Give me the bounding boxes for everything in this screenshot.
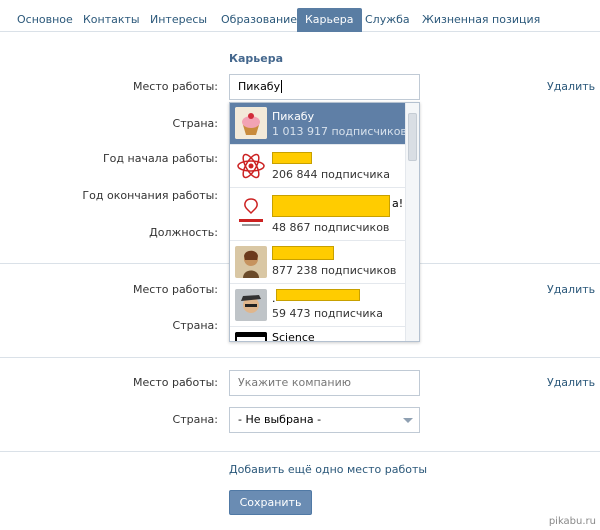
country-select-value: - Не выбрана - (238, 413, 322, 426)
workplace-value: Пикабу (238, 80, 281, 93)
logo-icon (235, 193, 267, 233)
workplace-label: Место работы: (133, 80, 218, 93)
tab-contacts[interactable]: Контакты (83, 8, 140, 32)
delete-link[interactable]: Удалить (547, 283, 595, 296)
suggestion-name: Пикабу (272, 110, 315, 123)
divider (0, 451, 600, 452)
chevron-down-icon (403, 418, 413, 423)
country-label: Страна: (172, 413, 218, 426)
suggestion-name: а! (392, 197, 404, 210)
scrollbar[interactable] (405, 103, 419, 341)
portrait-icon (235, 246, 267, 278)
redacted-name (276, 289, 360, 301)
delete-link[interactable]: Удалить (547, 376, 595, 389)
delete-link[interactable]: Удалить (547, 80, 595, 93)
workplace-input[interactable]: Укажите компанию (229, 370, 420, 396)
country-label: Страна: (172, 117, 218, 130)
suggestion-name: . (272, 292, 276, 305)
suggestion-item[interactable]: 877 238 подписчиков (230, 242, 406, 284)
tab-education[interactable]: Образование (221, 8, 297, 32)
suggestion-subscribers: 877 238 подписчиков (272, 264, 397, 277)
text-cursor (281, 80, 283, 93)
suggestion-item[interactable]: . 59 473 подписчика (230, 285, 406, 327)
tab-interests[interactable]: Интересы (150, 8, 207, 32)
watermark: pikabu.ru (548, 516, 596, 527)
cupcake-icon (235, 107, 267, 139)
suggestion-item[interactable]: Science (230, 328, 406, 342)
position-label: Должность: (149, 226, 218, 239)
tab-main[interactable]: Основное (17, 8, 73, 32)
suggestions-dropdown: Пикабу 1 013 917 подписчиков 206 844 под… (229, 102, 420, 342)
country-select[interactable]: - Не выбрана - (229, 407, 420, 433)
tab-service[interactable]: Служба (365, 8, 410, 32)
scrollbar-thumb[interactable] (408, 113, 417, 161)
avatar (235, 289, 267, 321)
divider (0, 357, 600, 358)
suggestion-subscribers: 206 844 подписчика (272, 168, 390, 181)
tab-life-position[interactable]: Жизненная позиция (422, 8, 540, 32)
tab-bar: Основное Контакты Интересы Образование К… (0, 0, 600, 32)
tab-career[interactable]: Карьера (297, 8, 362, 32)
suggestion-item[interactable]: Пикабу 1 013 917 подписчиков (230, 103, 407, 145)
suggestion-name: Science (272, 331, 315, 342)
end-year-label: Год окончания работы: (82, 189, 218, 202)
science-logo-icon (235, 332, 267, 341)
start-year-label: Год начала работы: (102, 152, 218, 165)
redacted-name (272, 246, 334, 260)
suggestion-subscribers: 48 867 подписчиков (272, 221, 390, 234)
workplace-input[interactable]: Пикабу (229, 74, 420, 100)
redacted-name (272, 195, 390, 217)
redacted-name (272, 152, 312, 164)
workplace-label: Место работы: (133, 283, 218, 296)
suggestion-item[interactable]: а! 48 867 подписчиков (230, 189, 406, 241)
suggestion-item[interactable]: 206 844 подписчика (230, 146, 406, 188)
atom-icon (235, 150, 267, 182)
suggestion-subscribers: 59 473 подписчика (272, 307, 383, 320)
suggestion-subscribers: 1 013 917 подписчиков (272, 125, 407, 138)
save-button[interactable]: Сохранить (229, 490, 312, 515)
add-workplace-link[interactable]: Добавить ещё одно место работы (229, 463, 427, 476)
section-title: Карьера (229, 52, 284, 65)
country-label: Страна: (172, 319, 218, 332)
workplace-label: Место работы: (133, 376, 218, 389)
